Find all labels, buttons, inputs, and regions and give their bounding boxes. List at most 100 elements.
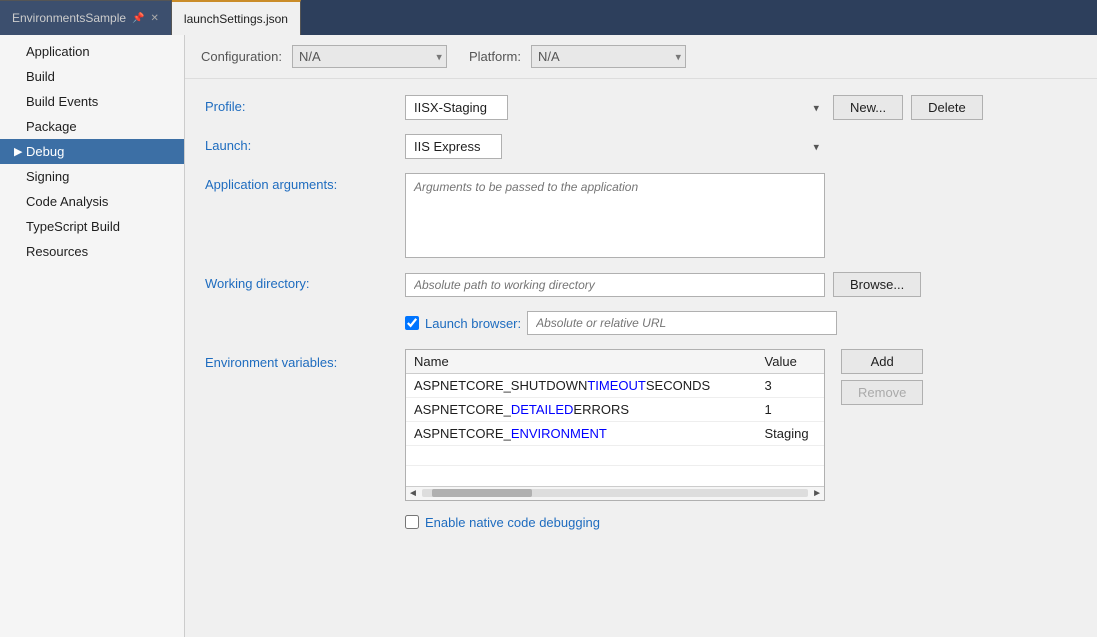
sidebar-item-package[interactable]: Package (0, 114, 184, 139)
sidebar-item-resources-label: Resources (26, 244, 88, 259)
profile-control-area: IISX-Staging New... Delete (405, 95, 1077, 120)
sidebar-item-typescript-build-label: TypeScript Build (26, 219, 120, 234)
table-row[interactable]: ASPNETCORE_DETAILEDERRORS 1 (406, 398, 824, 422)
content-area: Configuration: N/A Platform: N/A Profile… (185, 35, 1097, 637)
sidebar-item-build[interactable]: Build (0, 64, 184, 89)
env-col-value: Value (757, 350, 824, 374)
launch-browser-row: Launch browser: (405, 311, 1077, 335)
env-name-suffix-1: SECONDS (646, 378, 710, 393)
env-vars-control-area: Name Value ASPNETCORE_SHUTDOWNTIMEOUTSEC… (405, 349, 1077, 501)
platform-select-wrapper: N/A (531, 45, 686, 68)
profile-row: Profile: IISX-Staging New... Delete (205, 95, 1077, 120)
sidebar-item-signing-label: Signing (26, 169, 69, 184)
tab-launchsettings-label: launchSettings.json (184, 12, 288, 26)
profile-label: Profile: (205, 95, 405, 114)
platform-label: Platform: (469, 49, 521, 64)
env-name-keyword-3: ENVIRONMENT (511, 426, 607, 441)
platform-select[interactable]: N/A (531, 45, 686, 68)
form-area: Profile: IISX-Staging New... Delete Laun… (185, 79, 1097, 546)
sidebar-item-debug[interactable]: ▶ Debug (0, 139, 184, 164)
env-table-wrapper: Name Value ASPNETCORE_SHUTDOWNTIMEOUTSEC… (405, 349, 825, 501)
app-args-textarea[interactable] (405, 173, 825, 258)
sidebar-item-code-analysis-label: Code Analysis (26, 194, 108, 209)
configuration-select[interactable]: N/A (292, 45, 447, 68)
scroll-thumb (432, 489, 532, 497)
env-value-cell-3: Staging (757, 422, 824, 446)
enable-native-label: Enable native code debugging (425, 515, 600, 530)
env-name-keyword-2: DETAILED (511, 402, 574, 417)
sidebar-item-build-label: Build (26, 69, 55, 84)
env-name-cell-3: ASPNETCORE_ENVIRONMENT (406, 422, 757, 446)
sidebar-item-build-events-label: Build Events (26, 94, 98, 109)
sidebar-item-build-events[interactable]: Build Events (0, 89, 184, 114)
tab-environments-close-icon[interactable]: ✕ (151, 13, 159, 24)
env-side-buttons: Add Remove (833, 349, 923, 501)
configuration-select-wrapper: N/A (292, 45, 447, 68)
env-col-name: Name (406, 350, 757, 374)
sidebar-item-package-label: Package (26, 119, 77, 134)
app-args-label: Application arguments: (205, 173, 405, 192)
enable-native-checkbox[interactable] (405, 515, 419, 529)
tab-environments[interactable]: EnvironmentsSample 📌 ✕ (0, 0, 172, 35)
env-vars-label: Environment variables: (205, 349, 405, 370)
env-name-suffix-2: ERRORS (573, 402, 629, 417)
env-name-prefix-1: ASPNETCORE_SHUTDOWN (414, 378, 587, 393)
sidebar-item-application[interactable]: Application (0, 39, 184, 64)
sidebar-item-resources[interactable]: Resources (0, 239, 184, 264)
add-button[interactable]: Add (841, 349, 923, 374)
profile-select[interactable]: IISX-Staging (405, 95, 508, 120)
env-table: Name Value ASPNETCORE_SHUTDOWNTIMEOUTSEC… (406, 350, 824, 486)
env-name-keyword-1: TIMEOUT (587, 378, 646, 393)
tab-bar: EnvironmentsSample 📌 ✕ launchSettings.js… (0, 0, 1097, 35)
sidebar: Application Build Build Events Package ▶… (0, 35, 185, 637)
launch-browser-checkbox[interactable] (405, 316, 419, 330)
configuration-label: Configuration: (201, 49, 282, 64)
sidebar-item-application-label: Application (26, 44, 90, 59)
enable-native-row: Enable native code debugging (405, 515, 1077, 530)
tab-environments-label: EnvironmentsSample (12, 11, 126, 25)
launch-select[interactable]: IIS Express (405, 134, 502, 159)
profile-select-wrapper: IISX-Staging (405, 95, 825, 120)
env-value-cell-2: 1 (757, 398, 824, 422)
launch-browser-label: Launch browser: (425, 316, 521, 331)
sidebar-item-typescript-build[interactable]: TypeScript Build (0, 214, 184, 239)
launch-label: Launch: (205, 134, 405, 153)
working-dir-label: Working directory: (205, 272, 405, 291)
main-layout: Application Build Build Events Package ▶… (0, 35, 1097, 637)
browse-button[interactable]: Browse... (833, 272, 921, 297)
working-dir-input[interactable] (405, 273, 825, 297)
new-button[interactable]: New... (833, 95, 903, 120)
env-name-cell-2: ASPNETCORE_DETAILEDERRORS (406, 398, 757, 422)
tab-environments-pin-icon[interactable]: 📌 (132, 13, 144, 24)
env-name-prefix-2: ASPNETCORE_ (414, 402, 511, 417)
remove-button[interactable]: Remove (841, 380, 923, 405)
launch-select-wrapper: IIS Express (405, 134, 825, 159)
sidebar-item-signing[interactable]: Signing (0, 164, 184, 189)
scroll-left-icon[interactable]: ◄ (408, 488, 418, 499)
table-scrollbar[interactable]: ◄ ► (406, 486, 824, 500)
top-bar: Configuration: N/A Platform: N/A (185, 35, 1097, 79)
launch-control-area: IIS Express (405, 134, 1077, 159)
sidebar-item-code-analysis[interactable]: Code Analysis (0, 189, 184, 214)
sidebar-item-debug-label: Debug (26, 144, 64, 159)
app-args-row: Application arguments: (205, 173, 1077, 258)
launch-browser-url-input[interactable] (527, 311, 837, 335)
env-name-cell-1: ASPNETCORE_SHUTDOWNTIMEOUTSECONDS (406, 374, 757, 398)
launch-row: Launch: IIS Express (205, 134, 1077, 159)
tab-launchsettings[interactable]: launchSettings.json (172, 0, 301, 35)
sidebar-arrow-debug: ▶ (14, 145, 22, 158)
scroll-right-icon[interactable]: ► (812, 488, 822, 499)
table-row[interactable]: ASPNETCORE_ENVIRONMENT Staging (406, 422, 824, 446)
working-dir-control-area: Browse... (405, 272, 1077, 297)
table-row-empty-2 (406, 466, 824, 486)
working-dir-row: Working directory: Browse... (205, 272, 1077, 297)
table-row-empty-1 (406, 446, 824, 466)
delete-button[interactable]: Delete (911, 95, 983, 120)
env-vars-table-area: Name Value ASPNETCORE_SHUTDOWNTIMEOUTSEC… (405, 349, 1077, 501)
env-value-cell-1: 3 (757, 374, 824, 398)
env-name-prefix-3: ASPNETCORE_ (414, 426, 511, 441)
scroll-track (422, 489, 808, 497)
table-row[interactable]: ASPNETCORE_SHUTDOWNTIMEOUTSECONDS 3 (406, 374, 824, 398)
app-args-control-area (405, 173, 1077, 258)
env-vars-row: Environment variables: Name Value (205, 349, 1077, 501)
